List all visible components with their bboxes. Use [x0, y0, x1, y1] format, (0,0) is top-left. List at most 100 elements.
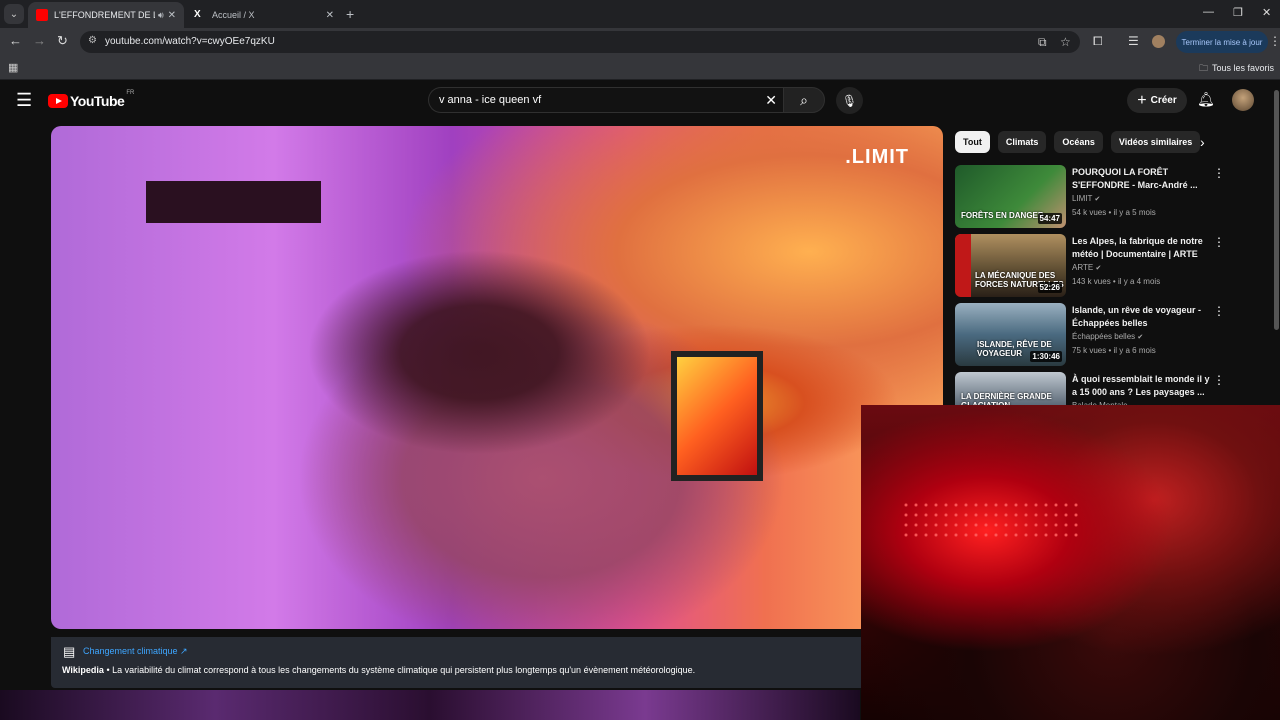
search-query: v anna - ice queen vf — [439, 94, 542, 106]
list-item[interactable]: LA MÉCANIQUE DES FORCES NATURELLES 52:26… — [955, 234, 1225, 298]
view-count: 54 k vues — [1072, 208, 1107, 217]
bookmark-star-icon[interactable]: ☆ — [1060, 35, 1071, 49]
video-meta: 54 k vues • il y a 5 mois — [1072, 208, 1156, 217]
list-item[interactable]: ISLANDE, RÊVE DE VOYAGEUR 1:30:46 Island… — [955, 303, 1225, 367]
search-button[interactable]: ⌕ — [783, 87, 825, 113]
video-thumbnail[interactable]: FORÊTS EN DANGER 54:47 — [955, 165, 1066, 228]
all-bookmarks-button[interactable]: 🗀︎ Tous les favoris — [1199, 61, 1274, 77]
channel-name[interactable]: Échappées belles ✔ — [1072, 332, 1143, 341]
channel-name[interactable]: ARTE ✔ — [1072, 263, 1101, 272]
filter-chips: Tout Climats Océans Vidéos similaires — [955, 131, 1201, 153]
browser-tab-strip: ⌄ L'EFFONDREMENT DE L'AM 🔊︎ ✕ X Accueil … — [0, 0, 1280, 28]
arte-logo-strip — [955, 234, 971, 297]
webcam-overlay — [861, 405, 1280, 720]
close-window-icon[interactable]: ✕ — [1262, 6, 1271, 19]
site-info-icon[interactable]: ⚙ — [88, 35, 97, 46]
more-options-icon[interactable]: ⋮ — [1213, 304, 1225, 318]
view-count: 143 k vues — [1072, 277, 1111, 286]
folder-icon: 🗀︎ — [1198, 63, 1208, 73]
channel-label: Échappées belles — [1072, 332, 1136, 341]
plus-icon: + — [1137, 91, 1147, 109]
youtube-logo[interactable]: YouTube FR — [48, 90, 135, 109]
avatar[interactable] — [1232, 89, 1254, 111]
video-background-shelf — [146, 181, 321, 223]
channel-label: ARTE — [1072, 263, 1094, 272]
clear-search-icon[interactable]: ✕ — [765, 92, 777, 109]
bookmarks-bar: ▦ 🗀︎ Tous les favoris — [0, 56, 1280, 80]
video-meta: 75 k vues • il y a 6 mois — [1072, 346, 1156, 355]
create-button[interactable]: + Créer — [1127, 88, 1187, 113]
info-panel-text: Wikipedia • La variabilité du climat cor… — [62, 665, 695, 675]
maximize-icon[interactable]: ❐ — [1233, 6, 1243, 19]
youtube-play-icon — [48, 94, 68, 108]
chip-tout[interactable]: Tout — [955, 131, 990, 153]
address-bar[interactable]: ⚙ youtube.com/watch?v=cwyOEe7qzKU ⧉ ☆ — [80, 31, 1080, 53]
notifications-bell-icon[interactable]: 🔔︎ — [1197, 91, 1215, 108]
tab-title: L'EFFONDREMENT DE L'AM — [54, 10, 155, 20]
info-panel-link[interactable]: Changement climatique ↗ — [83, 646, 188, 657]
new-tab-button[interactable]: + — [346, 6, 354, 22]
menu-dots-icon[interactable]: ⋮ — [1269, 34, 1280, 48]
extensions-icon[interactable]: ⧠ — [1093, 34, 1103, 49]
video-title[interactable]: À quoi ressemblait le monde il y a 15 00… — [1072, 373, 1212, 399]
list-item[interactable]: FORÊTS EN DANGER 54:47 POURQUOI LA FORÊT… — [955, 165, 1225, 229]
more-options-icon[interactable]: ⋮ — [1213, 166, 1225, 180]
minimize-icon[interactable]: — — [1203, 6, 1214, 18]
video-meta: 143 k vues • il y a 4 mois — [1072, 277, 1161, 286]
video-thumbnail[interactable]: LA MÉCANIQUE DES FORCES NATURELLES 52:26 — [955, 234, 1066, 297]
upload-age: il y a 6 mois — [1113, 346, 1156, 355]
more-options-icon[interactable]: ⋮ — [1213, 373, 1225, 387]
string-lights — [901, 500, 1081, 540]
create-label: Créer — [1150, 95, 1177, 106]
upload-age: il y a 4 mois — [1117, 277, 1161, 286]
page-scrollbar[interactable] — [1274, 90, 1279, 330]
country-code: FR — [126, 90, 135, 96]
forward-icon[interactable]: → — [33, 33, 46, 48]
chevron-right-icon[interactable]: › — [1200, 134, 1205, 150]
back-icon[interactable]: ← — [9, 33, 22, 48]
apps-grid-icon[interactable]: ▦ — [8, 61, 18, 74]
close-tab-icon[interactable]: ✕ — [326, 10, 334, 21]
youtube-header: ☰ YouTube FR v anna - ice queen vf ✕ ⌕ 🎙… — [0, 81, 1280, 121]
chip-similar-videos[interactable]: Vidéos similaires — [1110, 131, 1201, 153]
verified-icon: ✔ — [1137, 334, 1144, 341]
tab-search-chevron-icon[interactable]: ⌄ — [4, 4, 24, 24]
video-background-monitor — [671, 351, 763, 481]
channel-name[interactable]: LIMIT ✔ — [1072, 194, 1100, 203]
video-title[interactable]: Les Alpes, la fabrique de notre météo | … — [1072, 235, 1212, 261]
install-app-icon[interactable]: ⧉ — [1038, 35, 1047, 50]
hamburger-menu-icon[interactable]: ☰ — [16, 90, 32, 111]
video-player[interactable]: .LIMIT — [51, 126, 943, 629]
profile-avatar[interactable] — [1152, 35, 1165, 48]
reload-icon[interactable]: ↻ — [57, 33, 68, 49]
channel-watermark: .LIMIT — [845, 146, 909, 168]
tab-youtube[interactable]: L'EFFONDREMENT DE L'AM 🔊︎ ✕ — [28, 2, 184, 28]
youtube-favicon-icon — [36, 9, 48, 21]
voice-search-button[interactable]: 🎙︎ — [836, 87, 863, 114]
duration-badge: 1:30:46 — [1030, 351, 1062, 362]
browser-toolbar: ← → ↻ ⚙ youtube.com/watch?v=cwyOEe7qzKU … — [0, 28, 1280, 56]
logo-text: YouTube — [70, 93, 125, 109]
speaker-icon[interactable]: 🔊︎ — [158, 10, 164, 21]
verified-icon: ✔ — [1095, 265, 1102, 272]
chip-oceans[interactable]: Océans — [1054, 131, 1103, 153]
page-below-video — [0, 690, 860, 720]
upload-age: il y a 5 mois — [1113, 208, 1156, 217]
tab-x[interactable]: X Accueil / X ✕ — [186, 2, 342, 28]
more-options-icon[interactable]: ⋮ — [1213, 235, 1225, 249]
reading-list-icon[interactable]: ☰ — [1128, 34, 1139, 48]
channel-label: LIMIT — [1072, 194, 1093, 203]
article-icon: ▤ — [63, 644, 76, 659]
video-thumbnail[interactable]: ISLANDE, RÊVE DE VOYAGEUR 1:30:46 — [955, 303, 1066, 366]
video-title[interactable]: POURQUOI LA FORÊT S'EFFONDRE - Marc-Andr… — [1072, 166, 1212, 192]
info-description: La variabilité du climat correspond à to… — [112, 665, 696, 675]
search-input[interactable]: v anna - ice queen vf ✕ — [428, 87, 783, 113]
duration-badge: 54:47 — [1037, 213, 1062, 224]
tab-title: Accueil / X — [212, 10, 255, 20]
video-title[interactable]: Islande, un rêve de voyageur - Échappées… — [1072, 304, 1212, 330]
chip-climats[interactable]: Climats — [997, 131, 1047, 153]
update-button[interactable]: Terminer la mise à jour — [1176, 31, 1268, 53]
view-count: 75 k vues — [1072, 346, 1107, 355]
close-tab-icon[interactable]: ✕ — [168, 10, 176, 21]
microphone-icon: 🎙︎ — [841, 93, 858, 108]
